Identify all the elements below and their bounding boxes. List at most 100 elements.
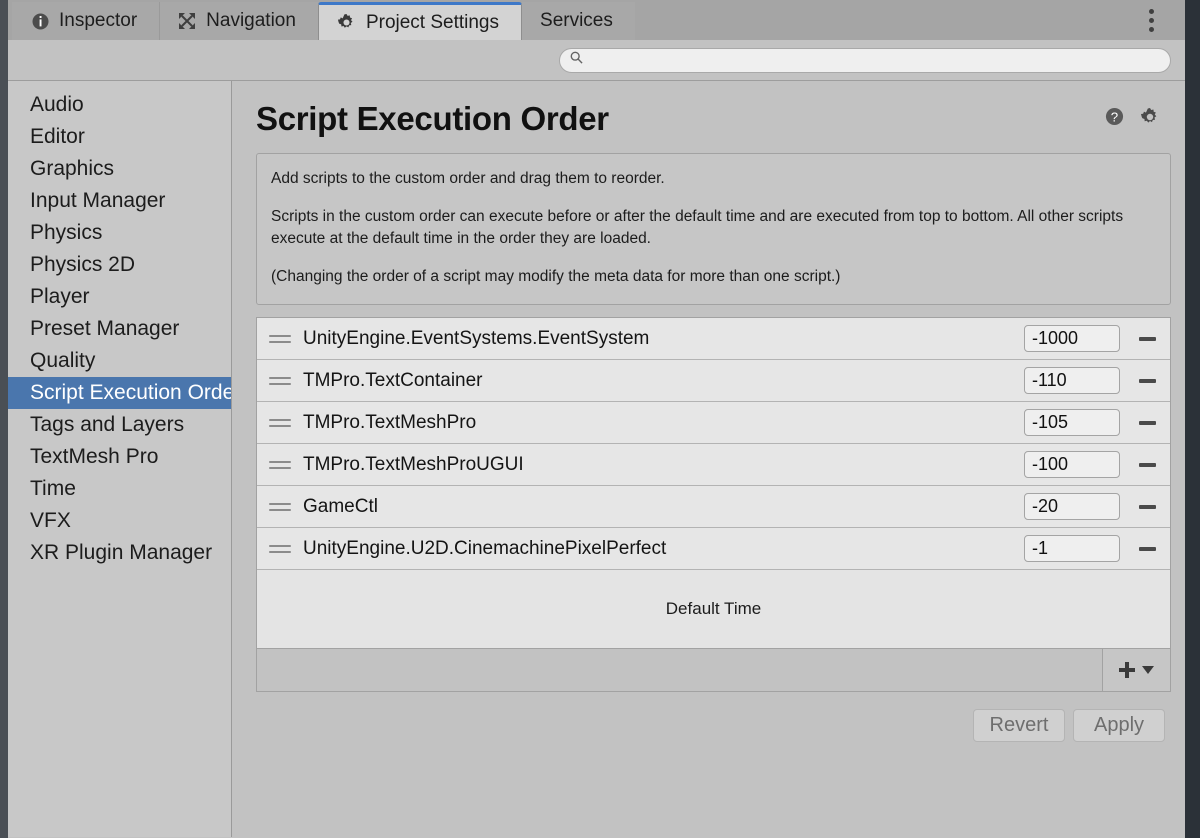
script-name: UnityEngine.U2D.CinemachinePixelPerfect xyxy=(303,537,667,559)
drag-handle-icon[interactable] xyxy=(269,418,291,427)
table-row[interactable]: TMPro.TextContainer xyxy=(257,360,1170,402)
script-order-list: UnityEngine.EventSystems.EventSystem TMP… xyxy=(256,317,1171,649)
add-script-button[interactable] xyxy=(1102,649,1170,691)
minus-icon xyxy=(1138,420,1156,425)
default-time-separator: Default Time xyxy=(257,570,1170,649)
sidebar-item-physics-2d[interactable]: Physics 2D xyxy=(8,249,231,281)
help-paragraph: Add scripts to the custom order and drag… xyxy=(271,170,665,187)
help-icon[interactable]: ? xyxy=(1105,107,1124,131)
revert-button[interactable]: Revert xyxy=(973,709,1065,742)
drag-handle-icon[interactable] xyxy=(269,502,291,511)
sidebar-item-tags-and-layers[interactable]: Tags and Layers xyxy=(8,409,231,441)
tab-label: Services xyxy=(540,10,613,31)
sidebar-item-label: Time xyxy=(30,477,76,500)
search-input[interactable] xyxy=(590,52,1160,68)
sidebar-item-quality[interactable]: Quality xyxy=(8,345,231,377)
drag-handle-icon[interactable] xyxy=(269,544,291,553)
default-time-label: Default Time xyxy=(665,599,762,618)
tab-services[interactable]: Services xyxy=(522,2,635,40)
table-row[interactable]: UnityEngine.EventSystems.EventSystem xyxy=(257,318,1170,360)
table-row[interactable]: TMPro.TextMeshPro xyxy=(257,402,1170,444)
sidebar-item-input-manager[interactable]: Input Manager xyxy=(8,185,231,217)
script-name: GameCtl xyxy=(303,495,378,517)
move-arrows-icon xyxy=(177,11,197,31)
settings-content-pane: Script Execution Order ? Add scripts to … xyxy=(232,81,1185,837)
order-value-input[interactable] xyxy=(1024,325,1120,352)
sidebar-item-xr-plugin-manager[interactable]: XR Plugin Manager xyxy=(8,537,231,569)
remove-script-button[interactable] xyxy=(1132,450,1162,480)
sidebar-item-label: Tags and Layers xyxy=(30,413,185,436)
script-name: TMPro.TextMeshPro xyxy=(303,411,477,433)
script-name: UnityEngine.EventSystems.EventSystem xyxy=(303,327,650,349)
remove-script-button[interactable] xyxy=(1132,408,1162,438)
order-value-input[interactable] xyxy=(1024,409,1120,436)
sidebar-item-label: Graphics xyxy=(30,157,115,180)
kebab-menu-icon[interactable] xyxy=(1141,8,1161,32)
search-box[interactable] xyxy=(559,47,1171,73)
sidebar-item-player[interactable]: Player xyxy=(8,281,231,313)
gear-icon xyxy=(337,13,357,33)
remove-script-button[interactable] xyxy=(1132,492,1162,522)
plus-icon xyxy=(1119,662,1135,678)
sidebar-item-vfx[interactable]: VFX xyxy=(8,505,231,537)
gear-icon[interactable] xyxy=(1140,107,1160,132)
table-row[interactable]: TMPro.TextMeshProUGUI xyxy=(257,444,1170,486)
sidebar-item-label: Script Execution Order xyxy=(30,381,231,404)
drag-handle-icon[interactable] xyxy=(269,376,291,385)
page-header-icons: ? xyxy=(1105,107,1166,132)
tab-label: Project Settings xyxy=(365,11,500,33)
sidebar-item-time[interactable]: Time xyxy=(8,473,231,505)
minus-icon xyxy=(1138,546,1156,551)
page-title: Script Execution Order xyxy=(256,100,609,137)
sidebar-item-label: Preset Manager xyxy=(30,317,180,340)
script-name: TMPro.TextMeshProUGUI xyxy=(303,453,524,475)
table-row[interactable]: UnityEngine.U2D.CinemachinePixelPerfect xyxy=(257,528,1170,570)
window-body: Audio Editor Graphics Input Manager Phys… xyxy=(8,81,1185,837)
tab-bar: Inspector Navigation Project Settings Se… xyxy=(8,0,1185,40)
order-value-input[interactable] xyxy=(1024,451,1120,478)
tab-project-settings[interactable]: Project Settings xyxy=(317,2,523,40)
help-info-box: Add scripts to the custom order and drag… xyxy=(256,153,1171,305)
minus-icon xyxy=(1138,504,1156,509)
search-row xyxy=(8,40,1185,81)
sidebar-item-physics[interactable]: Physics xyxy=(8,217,231,249)
sidebar-item-label: XR Plugin Manager xyxy=(30,541,213,564)
remove-script-button[interactable] xyxy=(1132,534,1162,564)
tab-navigation[interactable]: Navigation xyxy=(159,2,318,40)
table-row[interactable]: GameCtl xyxy=(257,486,1170,528)
sidebar-item-label: TextMesh Pro xyxy=(30,445,159,468)
script-name: TMPro.TextContainer xyxy=(303,369,483,391)
sidebar-item-audio[interactable]: Audio xyxy=(8,89,231,121)
order-value-input[interactable] xyxy=(1024,535,1120,562)
drag-handle-icon[interactable] xyxy=(269,334,291,343)
sidebar-item-editor[interactable]: Editor xyxy=(8,121,231,153)
remove-script-button[interactable] xyxy=(1132,366,1162,396)
tab-inspector[interactable]: Inspector xyxy=(12,2,160,40)
order-value-input[interactable] xyxy=(1024,367,1120,394)
apply-button[interactable]: Apply xyxy=(1073,709,1165,742)
svg-text:?: ? xyxy=(1111,109,1118,124)
sidebar-item-label: VFX xyxy=(30,509,71,532)
order-value-input[interactable] xyxy=(1024,493,1120,520)
drag-handle-icon[interactable] xyxy=(269,460,291,469)
sidebar-item-label: Editor xyxy=(30,125,85,148)
sidebar-item-script-execution-order[interactable]: Script Execution Order xyxy=(8,377,231,409)
sidebar-item-graphics[interactable]: Graphics xyxy=(8,153,231,185)
tab-label: Inspector xyxy=(59,10,138,31)
info-icon xyxy=(30,11,50,31)
sidebar-item-label: Physics xyxy=(30,221,103,244)
tab-label: Navigation xyxy=(206,10,296,31)
sidebar-item-label: Player xyxy=(30,285,90,308)
sidebar-item-label: Physics 2D xyxy=(30,253,136,276)
caret-down-icon xyxy=(1142,666,1154,674)
list-footer-bar xyxy=(256,649,1171,692)
sidebar-item-textmesh-pro[interactable]: TextMesh Pro xyxy=(8,441,231,473)
help-paragraph: (Changing the order of a script may modi… xyxy=(271,268,841,285)
settings-category-sidebar[interactable]: Audio Editor Graphics Input Manager Phys… xyxy=(8,81,232,837)
minus-icon xyxy=(1138,378,1156,383)
minus-icon xyxy=(1138,462,1156,467)
remove-script-button[interactable] xyxy=(1132,324,1162,354)
sidebar-item-label: Quality xyxy=(30,349,96,372)
action-buttons: Revert Apply xyxy=(256,709,1171,742)
sidebar-item-preset-manager[interactable]: Preset Manager xyxy=(8,313,231,345)
